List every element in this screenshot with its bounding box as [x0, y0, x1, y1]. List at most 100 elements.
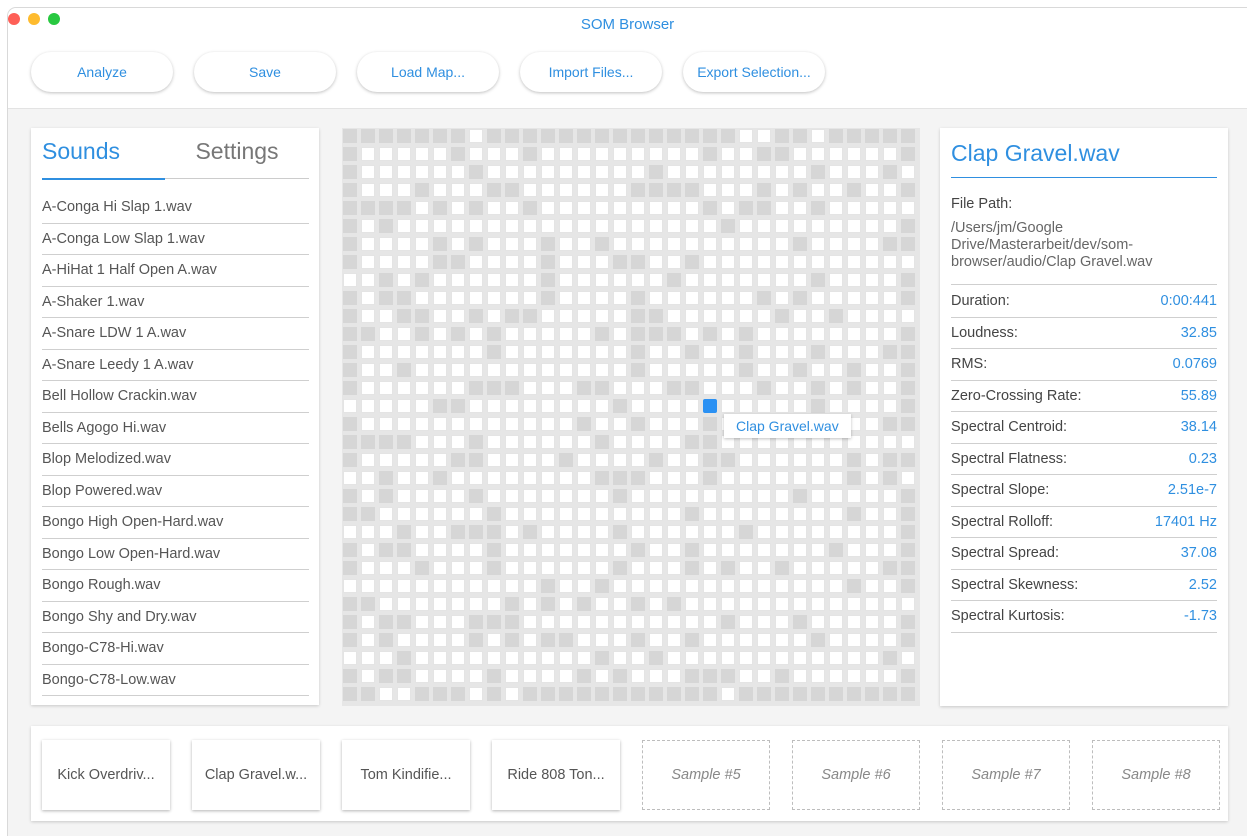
map-cell[interactable] — [739, 489, 753, 503]
map-cell[interactable] — [487, 561, 501, 575]
map-cell[interactable] — [703, 651, 717, 665]
map-cell[interactable] — [433, 489, 447, 503]
map-cell[interactable] — [433, 615, 447, 629]
map-cell[interactable] — [433, 363, 447, 377]
map-cell[interactable] — [451, 381, 465, 395]
map-cell[interactable] — [631, 273, 645, 287]
map-cell[interactable] — [631, 399, 645, 413]
map-cell[interactable] — [739, 399, 753, 413]
map-cell[interactable] — [487, 489, 501, 503]
map-cell[interactable] — [613, 597, 627, 611]
map-cell[interactable] — [829, 129, 843, 143]
map-cell[interactable] — [487, 327, 501, 341]
map-cell[interactable] — [703, 435, 717, 449]
map-cell[interactable] — [487, 255, 501, 269]
map-cell[interactable] — [343, 507, 357, 521]
map-cell[interactable] — [523, 543, 537, 557]
map-cell[interactable] — [451, 345, 465, 359]
map-cell[interactable] — [739, 129, 753, 143]
map-cell[interactable] — [361, 651, 375, 665]
map-cell[interactable] — [685, 363, 699, 377]
map-cell[interactable] — [811, 579, 825, 593]
map-cell[interactable] — [649, 615, 663, 629]
map-cell[interactable] — [451, 615, 465, 629]
map-cell[interactable] — [829, 543, 843, 557]
map-cell[interactable] — [613, 687, 627, 701]
map-cell[interactable] — [649, 669, 663, 683]
map-cell[interactable] — [577, 651, 591, 665]
map-cell[interactable] — [487, 165, 501, 179]
map-cell[interactable] — [487, 471, 501, 485]
map-cell[interactable] — [379, 327, 393, 341]
map-cell[interactable] — [433, 669, 447, 683]
map-cell[interactable] — [829, 309, 843, 323]
list-item[interactable]: Bongo High Open-Hard.wav — [42, 507, 309, 539]
map-cell[interactable] — [631, 471, 645, 485]
map-cell[interactable] — [397, 381, 411, 395]
map-cell[interactable] — [775, 399, 789, 413]
map-cell[interactable] — [505, 651, 519, 665]
map-cell[interactable] — [829, 183, 843, 197]
map-cell[interactable] — [811, 399, 825, 413]
map-cell[interactable] — [343, 597, 357, 611]
map-cell[interactable] — [343, 615, 357, 629]
map-cell[interactable] — [847, 651, 861, 665]
map-cell[interactable] — [757, 669, 771, 683]
map-cell[interactable] — [703, 255, 717, 269]
map-cell[interactable] — [433, 291, 447, 305]
map-cell[interactable] — [577, 345, 591, 359]
map-cell[interactable] — [883, 687, 897, 701]
map-cell[interactable] — [541, 579, 555, 593]
map-cell[interactable] — [739, 381, 753, 395]
map-cell[interactable] — [523, 309, 537, 323]
map-cell[interactable] — [595, 147, 609, 161]
map-cell[interactable] — [649, 381, 663, 395]
map-cell[interactable] — [847, 561, 861, 575]
map-cell[interactable] — [541, 471, 555, 485]
map-cell[interactable] — [703, 525, 717, 539]
map-cell[interactable] — [433, 579, 447, 593]
map-cell[interactable] — [379, 489, 393, 503]
map-cell[interactable] — [577, 237, 591, 251]
map-cell[interactable] — [595, 309, 609, 323]
list-item[interactable]: Bongo-C78-Low.wav — [42, 665, 309, 696]
map-cell[interactable] — [721, 651, 735, 665]
map-cell[interactable] — [667, 201, 681, 215]
map-cell[interactable] — [847, 201, 861, 215]
map-cell[interactable] — [397, 597, 411, 611]
map-cell[interactable] — [487, 363, 501, 377]
map-cell[interactable] — [667, 417, 681, 431]
map-cell[interactable] — [361, 561, 375, 575]
list-item[interactable]: Blop Powered.wav — [42, 476, 309, 507]
map-cell[interactable] — [757, 651, 771, 665]
map-cell[interactable] — [847, 453, 861, 467]
map-cell[interactable] — [829, 471, 843, 485]
map-cell[interactable] — [361, 615, 375, 629]
map-cell[interactable] — [721, 453, 735, 467]
map-cell[interactable] — [505, 399, 519, 413]
map-cell[interactable] — [685, 381, 699, 395]
map-cell[interactable] — [559, 309, 573, 323]
map-cell[interactable] — [397, 633, 411, 647]
map-cell[interactable] — [595, 651, 609, 665]
map-cell[interactable] — [775, 183, 789, 197]
map-cell[interactable] — [451, 525, 465, 539]
map-cell[interactable] — [667, 543, 681, 557]
map-cell[interactable] — [415, 669, 429, 683]
map-cell[interactable] — [559, 651, 573, 665]
map-cell[interactable] — [397, 543, 411, 557]
map-cell[interactable] — [757, 561, 771, 575]
map-cell[interactable] — [649, 435, 663, 449]
map-cell[interactable] — [865, 669, 879, 683]
map-cell[interactable] — [739, 327, 753, 341]
map-cell[interactable] — [811, 273, 825, 287]
map-cell[interactable] — [613, 489, 627, 503]
map-cell[interactable] — [451, 435, 465, 449]
map-cell[interactable] — [415, 435, 429, 449]
map-cell[interactable] — [451, 687, 465, 701]
map-cell[interactable] — [541, 669, 555, 683]
map-cell[interactable] — [757, 219, 771, 233]
map-cell[interactable] — [649, 219, 663, 233]
map-cell[interactable] — [703, 489, 717, 503]
map-cell[interactable] — [757, 309, 771, 323]
